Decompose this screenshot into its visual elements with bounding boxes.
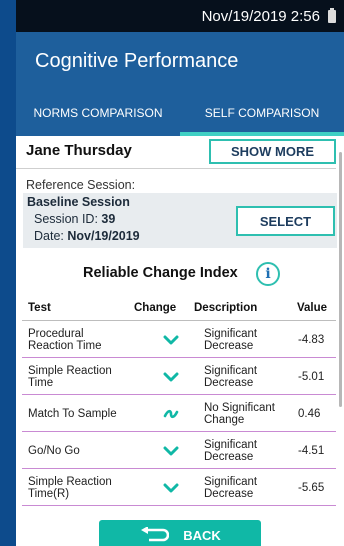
back-arrow-icon (141, 527, 170, 542)
description: Significant Decrease (204, 328, 258, 352)
patient-header: Jane Thursday SHOW MORE (16, 136, 344, 168)
chevron-down-icon (163, 372, 179, 382)
test-name: Simple Reaction Time(R) (28, 476, 112, 500)
show-more-button[interactable]: SHOW MORE (209, 139, 336, 164)
tab-self-comparison[interactable]: SELF COMPARISON (180, 90, 344, 136)
content-panel: Jane Thursday SHOW MORE Reference Sessio… (16, 136, 344, 546)
tab-bar: NORMS COMPARISON SELF COMPARISON (16, 90, 344, 136)
column-header-change: Change (134, 302, 177, 314)
test-name: Match To Sample (28, 408, 117, 420)
test-name: Procedural Reaction Time (28, 328, 102, 352)
value: -5.01 (298, 371, 325, 383)
table-row: Simple Reaction Time Significant Decrease … (22, 359, 336, 395)
session-date-value: Nov/19/2019 (67, 229, 140, 243)
app-bar: Cognitive Performance (16, 32, 344, 90)
reference-session-title: Baseline Session (27, 195, 130, 209)
chevron-down-icon (163, 446, 179, 456)
session-id-value: 39 (101, 212, 116, 226)
session-id-line: Session ID: 39 (34, 212, 115, 226)
session-date-label: Date: (34, 229, 68, 243)
column-header-description: Description (194, 302, 258, 314)
scrollbar[interactable] (339, 152, 342, 407)
status-datetime: Nov/19/2019 2:56 (201, 7, 320, 25)
battery-icon (328, 7, 336, 23)
divider (16, 168, 336, 169)
status-bar: Nov/19/2019 2:56 (16, 0, 344, 32)
description: Significant Decrease (204, 476, 258, 500)
chevron-down-icon (163, 335, 179, 345)
column-header-test: Test (28, 302, 51, 314)
test-name: Go/No Go (28, 445, 80, 457)
table-row: Procedural Reaction Time Significant Decre… (22, 322, 336, 358)
session-date-line: Date: Nov/19/2019 (34, 229, 140, 243)
column-header-value: Value (297, 302, 328, 314)
description: No Significant Change (204, 402, 275, 426)
session-id-label: Session ID: (34, 212, 102, 226)
select-button[interactable]: SELECT (236, 206, 335, 236)
reference-session-box: Baseline Session Session ID: 39 Date: No… (23, 193, 337, 248)
table-row: Go/No Go Significant Decrease -4.51 (22, 433, 336, 469)
header-divider (22, 320, 336, 321)
table-row: Match To Sample No Significant Change 0.4… (22, 396, 336, 432)
description: Significant Decrease (204, 365, 258, 389)
test-name: Simple Reaction Time (28, 365, 112, 389)
info-icon[interactable]: i (256, 262, 280, 286)
tilde-icon (163, 409, 179, 419)
chevron-down-icon (163, 483, 179, 493)
back-button[interactable]: BACK (99, 520, 261, 546)
value: -5.65 (298, 482, 325, 494)
value: -4.83 (298, 334, 325, 346)
patient-name: Jane Thursday (26, 142, 132, 159)
reference-session-label: Reference Session: (26, 178, 136, 192)
tab-norms-comparison[interactable]: NORMS COMPARISON (16, 90, 180, 136)
value: 0.46 (298, 408, 321, 420)
page-title: Cognitive Performance (35, 49, 239, 72)
back-label: BACK (183, 527, 221, 543)
table-row: Simple Reaction Time(R) Significant Decrea… (22, 470, 336, 506)
value: -4.51 (298, 445, 325, 457)
description: Significant Decrease (204, 439, 258, 463)
rci-title: Reliable Change Index (83, 265, 238, 281)
